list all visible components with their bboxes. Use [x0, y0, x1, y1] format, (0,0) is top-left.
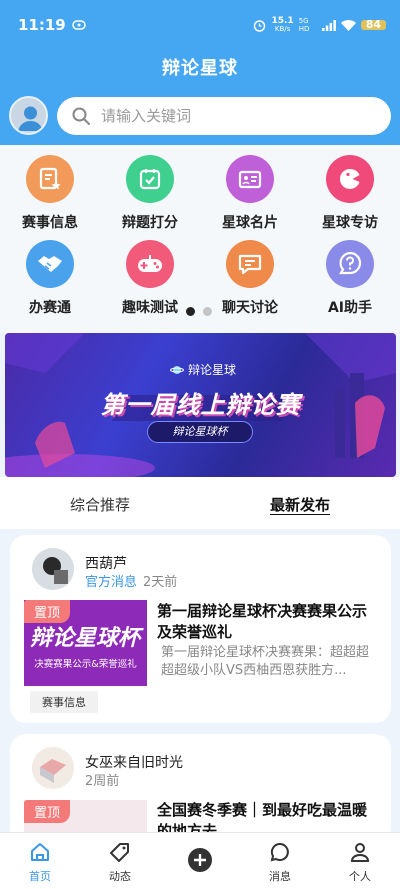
home-icon — [31, 843, 49, 861]
search-input[interactable] — [101, 107, 341, 125]
tab-latest[interactable]: 最新发布 — [270, 494, 330, 515]
grid-item-fun-test[interactable]: 趣味测试 — [105, 240, 195, 317]
banner-pill: 辩论星球杯 — [147, 421, 253, 443]
app-title: 辩论星球 — [162, 58, 238, 79]
nav-messages[interactable]: 消息 — [250, 841, 310, 884]
grid-item-label: 星球名片 — [222, 215, 278, 231]
feature-grid: 赛事信息 辩题打分 星球名片 星球专访 办赛通 趣味测试 聊天讨论 AI助手 — [0, 145, 400, 333]
grid-item-label: 辩题打分 — [122, 215, 178, 231]
search-bar[interactable] — [57, 97, 391, 135]
grid-item-label: AI助手 — [327, 300, 373, 316]
pinned-badge: 置顶 — [24, 600, 71, 623]
page-dot[interactable] — [203, 307, 212, 316]
question-bubble-icon — [326, 240, 374, 288]
status-speed: 15.1 — [271, 16, 294, 26]
grid-item-host-event[interactable]: 办赛通 — [5, 240, 95, 317]
author-avatar[interactable] — [32, 548, 74, 590]
nav-home[interactable]: 首页 — [10, 841, 70, 884]
pinned-badge: 置顶 — [24, 800, 71, 823]
avatar-photo-icon — [32, 548, 74, 590]
post-thumbnail[interactable]: 辩论星球杯 决赛赛果公示&荣誉巡礼 置顶 — [24, 600, 147, 686]
post-card[interactable]: 西葫芦 官方消息 2天前 辩论星球杯 决赛赛果公示&荣誉巡礼 置顶 第一届辩论星球… — [10, 535, 391, 723]
status-network: 5G HD — [298, 17, 310, 33]
author-name[interactable]: 西葫芦 — [85, 553, 127, 573]
nav-profile[interactable]: 个人 — [330, 841, 390, 884]
notification-icon — [72, 20, 86, 30]
signal-icon — [321, 19, 336, 31]
person-icon — [350, 843, 370, 862]
tab-recommended[interactable]: 综合推荐 — [70, 494, 130, 515]
gamepad-icon — [126, 240, 174, 288]
official-tag: 官方消息 — [85, 575, 138, 590]
banner-logo: 辩论星球 — [170, 361, 236, 378]
grid-item-label: 聊天讨论 — [222, 300, 278, 316]
post-card[interactable]: 女巫来自旧时光 2周前 置顶 全国赛冬季赛｜到最好吃最温暖的地方去 — [10, 734, 391, 844]
message-icon — [270, 842, 289, 862]
status-time: 11:19 — [18, 16, 66, 34]
grid-item-label: 星球专访 — [322, 215, 378, 231]
calendar-check-icon — [126, 155, 174, 203]
thumbnail-title: 辩论星球杯 — [29, 626, 140, 651]
feed-tabs: 综合推荐 最新发布 — [0, 477, 400, 529]
post-title[interactable]: 第一届辩论星球杯决赛赛果公示及荣誉巡礼 — [157, 601, 381, 643]
page-indicator — [186, 307, 212, 316]
nav-feed[interactable]: 动态 — [90, 841, 150, 884]
handshake-icon — [26, 240, 74, 288]
post-time: 2周前 — [85, 774, 120, 789]
category-tag[interactable]: 赛事信息 — [30, 691, 98, 713]
planet-logo-icon — [170, 365, 184, 374]
bottom-nav: 首页 动态 消息 个人 — [0, 832, 400, 889]
page-dot-active[interactable] — [186, 307, 195, 316]
thumbnail-subtitle: 决赛赛果公示&荣誉巡礼 — [34, 659, 137, 670]
banner-headline: 第一届线上辩论赛 — [100, 391, 301, 419]
tag-icon — [110, 843, 129, 862]
user-avatar[interactable] — [9, 96, 48, 135]
status-bar: 11:19 15.1 KB/s 5G HD 84 — [18, 14, 386, 36]
promo-banner[interactable]: 辩论星球 第一届线上辩论赛 辩论星球杯 — [5, 333, 396, 477]
grid-item-planet-card[interactable]: 星球名片 — [205, 155, 295, 232]
plus-circle-icon — [188, 848, 212, 872]
grid-item-planet-interview[interactable]: 星球专访 — [305, 155, 395, 232]
author-name[interactable]: 女巫来自旧时光 — [85, 752, 183, 772]
alarm-icon — [254, 19, 266, 32]
grid-item-label: 赛事信息 — [22, 215, 78, 231]
status-speed-unit: KB/s — [274, 25, 291, 33]
author-avatar[interactable] — [32, 747, 74, 789]
banner-logo-text: 辩论星球 — [188, 363, 237, 377]
nav-label: 动态 — [109, 870, 131, 883]
grid-item-chat-discussion[interactable]: 聊天讨论 — [205, 240, 295, 317]
battery-level: 84 — [360, 19, 386, 30]
grid-item-ai-assistant[interactable]: AI助手 — [305, 240, 395, 317]
post-description: 第一届辩论星球杯决赛赛果：超超超超超级小队VS西柚西恩获胜方... — [161, 645, 370, 678]
id-card-icon — [226, 155, 274, 203]
post-time: 2天前 — [143, 575, 178, 590]
nav-label: 首页 — [29, 870, 51, 883]
grid-item-topic-score[interactable]: 辩题打分 — [105, 155, 195, 232]
chat-bubble-icon — [226, 240, 274, 288]
grid-item-label: 办赛通 — [29, 300, 71, 316]
nav-label: 个人 — [349, 870, 371, 883]
search-icon — [72, 107, 90, 125]
avatar-photo-icon — [32, 747, 74, 789]
grid-item-label: 趣味测试 — [122, 300, 178, 316]
wifi-icon — [340, 19, 356, 31]
grid-item-event-info[interactable]: 赛事信息 — [5, 155, 95, 232]
document-star-icon — [26, 155, 74, 203]
chat-face-icon — [326, 155, 374, 203]
nav-label: 消息 — [269, 870, 291, 883]
nav-create[interactable] — [170, 847, 230, 876]
